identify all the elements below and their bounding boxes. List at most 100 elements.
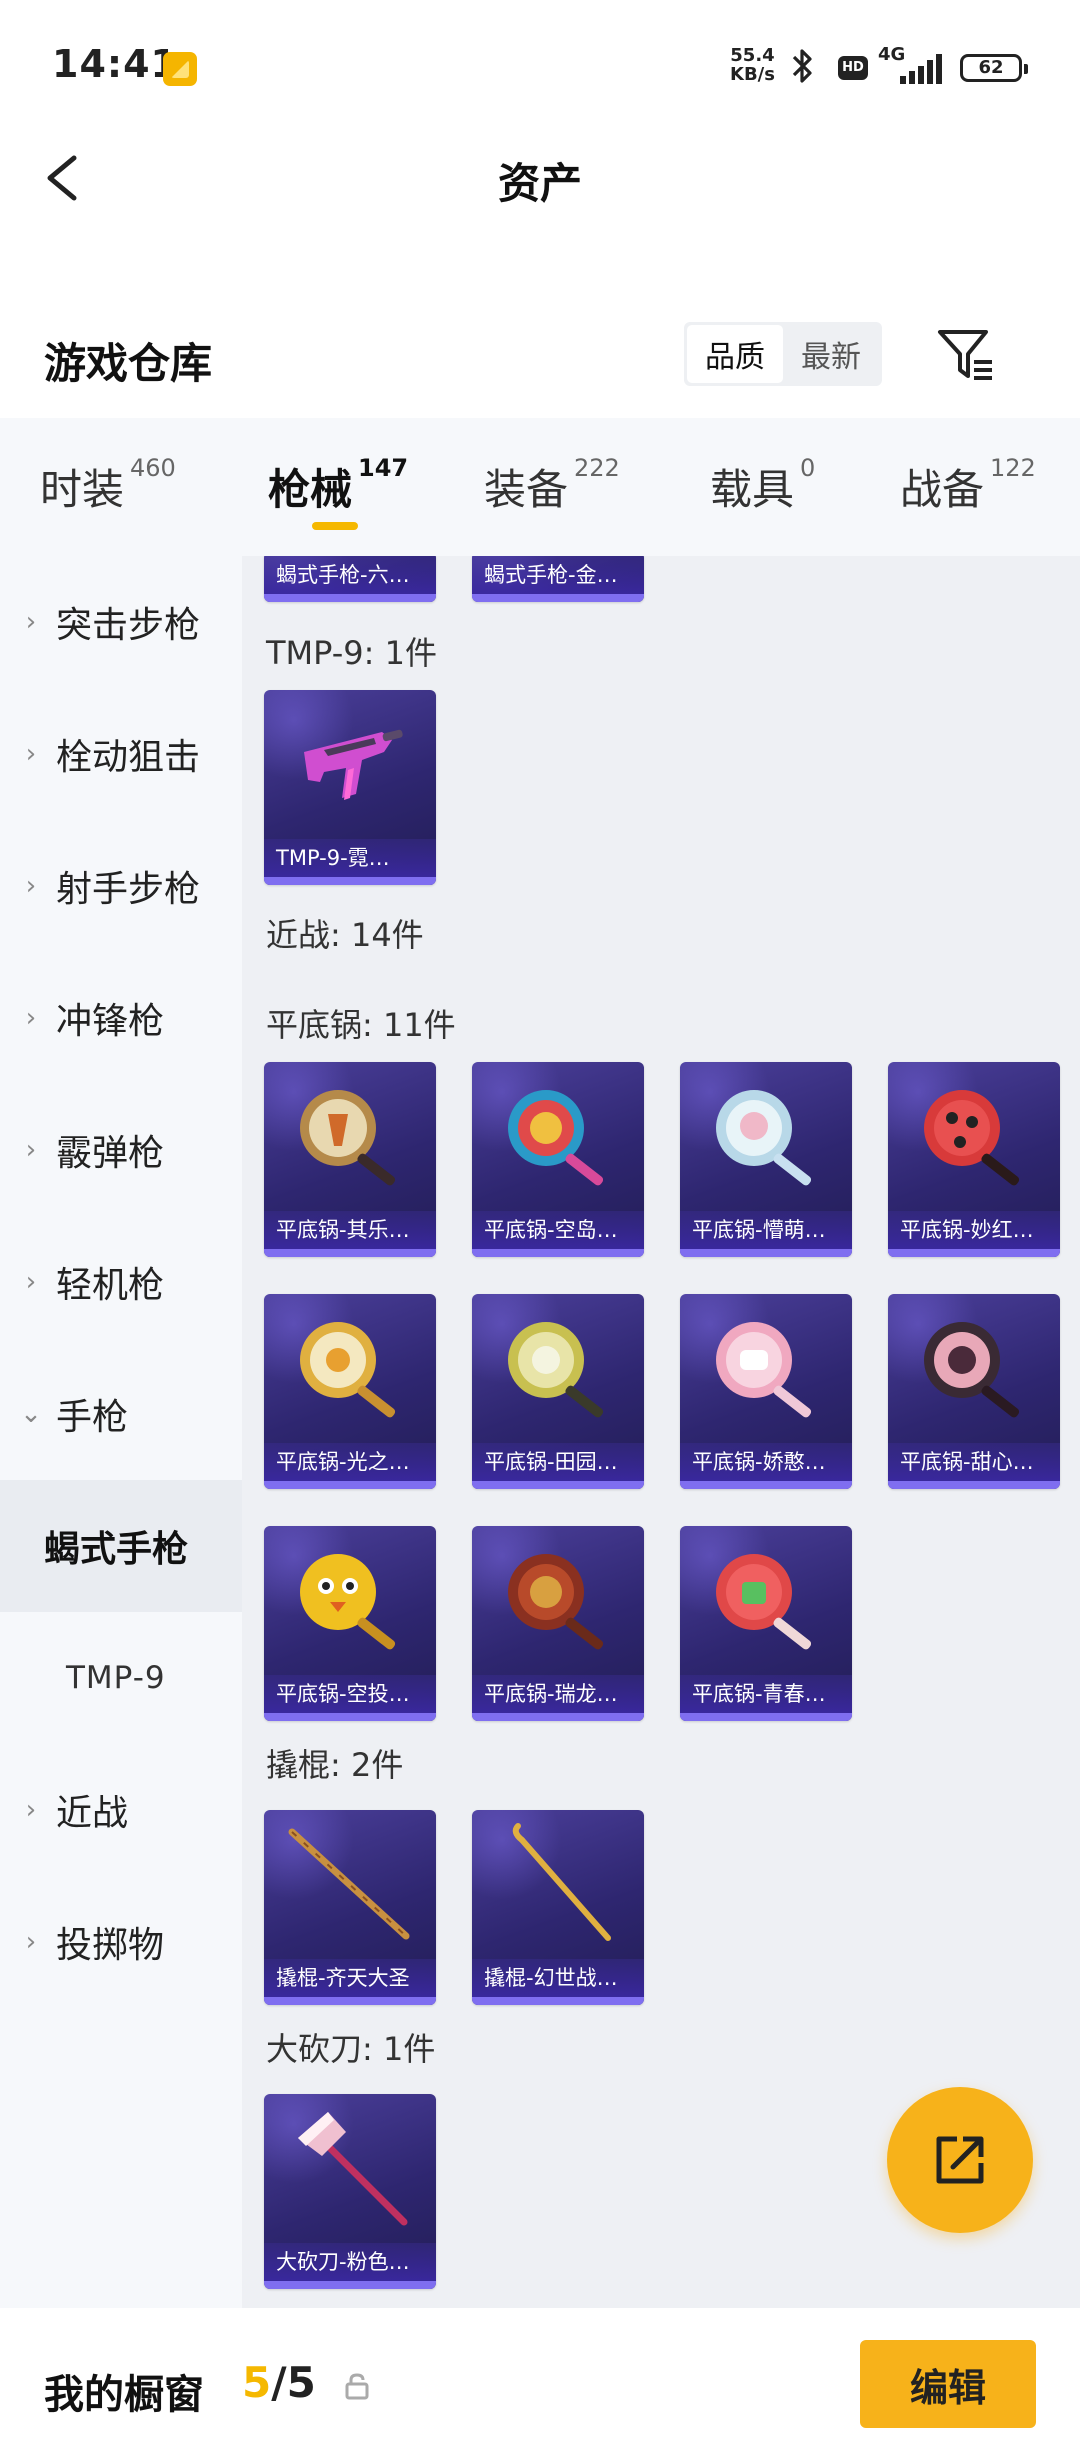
item-card[interactable]: 平底锅-青春… [680, 1526, 852, 1721]
item-card[interactable]: 平底锅-空投… [264, 1526, 436, 1721]
item-card[interactable]: 撬棍-幻世战… [472, 1810, 644, 2005]
crowbar-icon [288, 1828, 410, 1940]
weapon-type-sidebar: › 突击步枪 › 栓动狙击 › 射手步枪 › 冲锋枪 › 霰弹枪 › 轻机枪 ⌄… [0, 556, 242, 2308]
item-name: 平底锅-懵萌… [680, 1211, 852, 1249]
chevron-right-icon: › [25, 1267, 37, 1297]
sidebar-item-label: 霰弹枪 [56, 1133, 165, 1174]
item-name: 大砍刀-粉色… [264, 2243, 436, 2281]
sidebar-subitem-scorpion-pistol[interactable]: 蝎式手枪 [0, 1480, 242, 1612]
tab-equipment[interactable]: 装备 222 [484, 454, 620, 517]
item-card[interactable]: 大砍刀-粉色… [264, 2094, 436, 2289]
tab-label: 装备 [484, 465, 569, 514]
sidebar-item-marksman-rifle[interactable]: › 射手步枪 [0, 820, 242, 952]
frying-pan-icon [300, 1090, 396, 1186]
tab-count: 122 [990, 454, 1036, 482]
frying-pan-icon [300, 1554, 396, 1650]
bluetooth-icon [788, 46, 818, 95]
chevron-right-icon: › [25, 1135, 37, 1165]
item-card[interactable]: 平底锅-田园… [472, 1294, 644, 1489]
card-rarity-bar [472, 594, 644, 602]
card-rarity-bar [472, 1713, 644, 1721]
sort-by-newest-button[interactable]: 最新 [783, 325, 879, 383]
item-card[interactable]: 蝎式手枪-金… [472, 556, 644, 602]
sidebar-item-bolt-sniper[interactable]: › 栓动狙击 [0, 688, 242, 820]
chevron-right-icon: › [25, 607, 37, 637]
item-name: 蝎式手枪-金… [472, 556, 644, 594]
card-rarity-bar [264, 2281, 436, 2289]
hd-voice-icon: HD [838, 56, 868, 80]
sidebar-item-pistol[interactable]: ⌄ 手枪 [0, 1348, 242, 1480]
item-name: 平底锅-娇憨… [680, 1443, 852, 1481]
chevron-right-icon: › [25, 739, 37, 769]
item-card[interactable]: 平底锅-妙红… [888, 1062, 1060, 1257]
sort-by-quality-button[interactable]: 品质 [687, 325, 783, 383]
section-title-tmp9: TMP-9: 1件 [266, 634, 437, 672]
crowbar-icon [512, 1823, 611, 1941]
item-card[interactable]: 平底锅-空岛… [472, 1062, 644, 1257]
frying-pan-icon [508, 1090, 604, 1186]
card-rarity-bar [680, 1713, 852, 1721]
card-rarity-bar [472, 1997, 644, 2005]
sidebar-item-smg[interactable]: › 冲锋枪 [0, 952, 242, 1084]
chevron-down-icon: ⌄ [20, 1399, 42, 1429]
item-name: 蝎式手枪-六… [264, 556, 436, 594]
sidebar-item-label: 轻机枪 [56, 1265, 165, 1306]
section-title-crowbar: 撬棍: 2件 [266, 1746, 404, 1784]
item-name: 平底锅-瑞龙… [472, 1675, 644, 1713]
edit-button[interactable]: 编辑 [860, 2340, 1036, 2428]
tab-label: 时装 [40, 465, 125, 514]
sidebar-subitem-tmp9[interactable]: TMP-9 [0, 1612, 242, 1744]
card-rarity-bar [264, 1481, 436, 1489]
card-rarity-bar [680, 1481, 852, 1489]
item-grid-area: 蝎式手枪-六… 蝎式手枪-金… TMP-9: 1件 TMP-9-霓… 近战: 1… [242, 556, 1080, 2308]
item-card[interactable]: 平底锅-光之… [264, 1294, 436, 1489]
showcase-total-count: /5 [271, 2358, 316, 2407]
status-time: 14:41 [52, 42, 178, 86]
frying-pan-icon [508, 1554, 604, 1650]
sidebar-item-label: 射手步枪 [56, 869, 201, 910]
sidebar-item-melee[interactable]: › 近战 [0, 1744, 242, 1876]
showcase-count: 5/5 [242, 2358, 316, 2407]
filter-icon[interactable] [936, 326, 996, 384]
item-card[interactable]: 平底锅-懵萌… [680, 1062, 852, 1257]
sidebar-item-throwables[interactable]: › 投掷物 [0, 1876, 242, 2008]
section-title-melee: 近战: 14件 [266, 916, 424, 954]
battery-icon: 62 [960, 54, 1028, 82]
sidebar-item-lmg[interactable]: › 轻机枪 [0, 1216, 242, 1348]
tab-vehicles[interactable]: 载具 0 [710, 454, 815, 517]
smg-icon [304, 729, 403, 800]
item-card[interactable]: 撬棍-齐天大圣 [264, 1810, 436, 2005]
card-rarity-bar [264, 1249, 436, 1257]
tab-gear[interactable]: 战备 122 [900, 454, 1036, 517]
chevron-right-icon: › [25, 1795, 37, 1825]
share-icon [936, 2136, 984, 2184]
frying-pan-icon [300, 1322, 396, 1418]
chevron-right-icon: › [25, 871, 37, 901]
card-rarity-bar [888, 1481, 1060, 1489]
item-card[interactable]: 平底锅-甜心… [888, 1294, 1060, 1489]
tab-fashion[interactable]: 时装 460 [40, 454, 176, 517]
card-rarity-bar [680, 1249, 852, 1257]
tab-count: 147 [358, 454, 409, 482]
item-card[interactable]: 蝎式手枪-六… [264, 556, 436, 602]
sidebar-item-shotgun[interactable]: › 霰弹枪 [0, 1084, 242, 1216]
card-rarity-bar [472, 1481, 644, 1489]
item-name: TMP-9-霓… [264, 839, 436, 877]
card-rarity-bar [264, 1997, 436, 2005]
tab-label: 载具 [710, 465, 795, 514]
signal-strength-icon [880, 54, 946, 84]
frying-pan-icon [508, 1322, 604, 1418]
share-button[interactable] [887, 2087, 1033, 2233]
tab-firearms[interactable]: 枪械 147 [268, 454, 409, 517]
item-card[interactable]: 平底锅-娇憨… [680, 1294, 852, 1489]
frying-pan-icon [716, 1090, 812, 1186]
card-rarity-bar [888, 1249, 1060, 1257]
item-card[interactable]: 平底锅-其乐… [264, 1062, 436, 1257]
sidebar-item-label: TMP-9 [66, 1660, 166, 1696]
item-name: 平底锅-甜心… [888, 1443, 1060, 1481]
sidebar-item-assault-rifle[interactable]: › 突击步枪 [0, 556, 242, 688]
sidebar-item-label: 栓动狙击 [56, 737, 201, 778]
item-card[interactable]: TMP-9-霓… [264, 690, 436, 885]
axe-icon [298, 2112, 408, 2226]
item-card[interactable]: 平底锅-瑞龙… [472, 1526, 644, 1721]
